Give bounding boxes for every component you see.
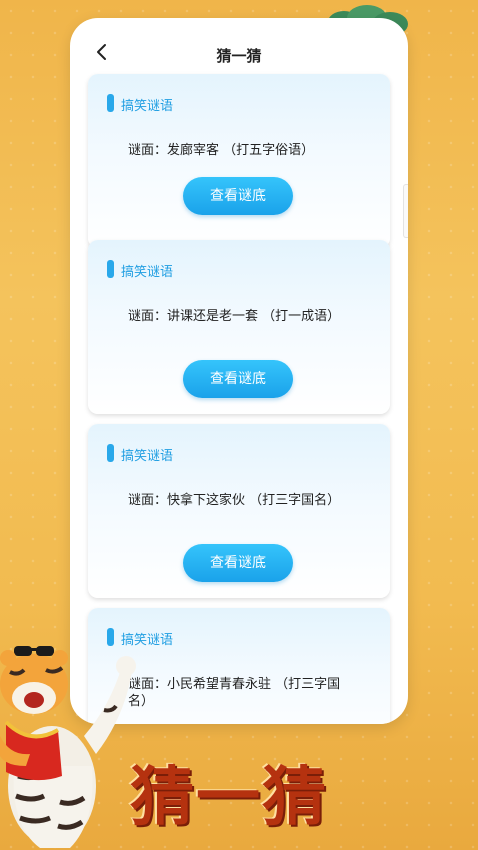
riddle-text: 谜面：讲课还是老一套 （打一成语） bbox=[128, 309, 341, 324]
riddle-category-tag: 搞笑谜语 bbox=[121, 265, 174, 280]
tag-marker bbox=[107, 94, 114, 112]
view-answer-button[interactable]: 查看谜底 bbox=[183, 360, 293, 398]
riddle-category-tag: 搞笑谜语 bbox=[121, 99, 174, 114]
riddle-text: 谜面：小民希望青春永驻 （打三字国名） bbox=[128, 677, 341, 709]
side-pull-tab[interactable] bbox=[403, 184, 408, 238]
riddle-card: 搞笑谜语 谜面：发廊宰客 （打五字俗语） 查看谜底 bbox=[88, 74, 390, 248]
page-title: 猜一猜 bbox=[216, 47, 262, 65]
phone-screen: 猜一猜 搞笑谜语 谜面：发廊宰客 （打五字俗语） 查看谜底 搞笑谜语 谜面：讲课… bbox=[70, 18, 408, 724]
riddle-card: 搞笑谜语 谜面：快拿下这家伙 （打三字国名） 查看谜底 bbox=[88, 424, 390, 598]
tiger-mascot-illustration bbox=[0, 646, 136, 848]
banner-title: 猜一猜 bbox=[130, 761, 328, 835]
tag-marker bbox=[107, 260, 114, 278]
nav-bar: 猜一猜 bbox=[70, 18, 408, 76]
riddle-text: 谜面：快拿下这家伙 （打三字国名） bbox=[128, 493, 341, 508]
view-answer-button[interactable]: 查看谜底 bbox=[183, 177, 293, 215]
riddle-category-tag: 搞笑谜语 bbox=[121, 449, 174, 464]
riddle-card: 搞笑谜语 谜面：讲课还是老一套 （打一成语） 查看谜底 bbox=[88, 240, 390, 414]
view-answer-button[interactable]: 查看谜底 bbox=[183, 544, 293, 582]
tag-marker bbox=[107, 444, 114, 462]
riddle-text: 谜面：发廊宰客 （打五字俗语） bbox=[128, 143, 315, 158]
